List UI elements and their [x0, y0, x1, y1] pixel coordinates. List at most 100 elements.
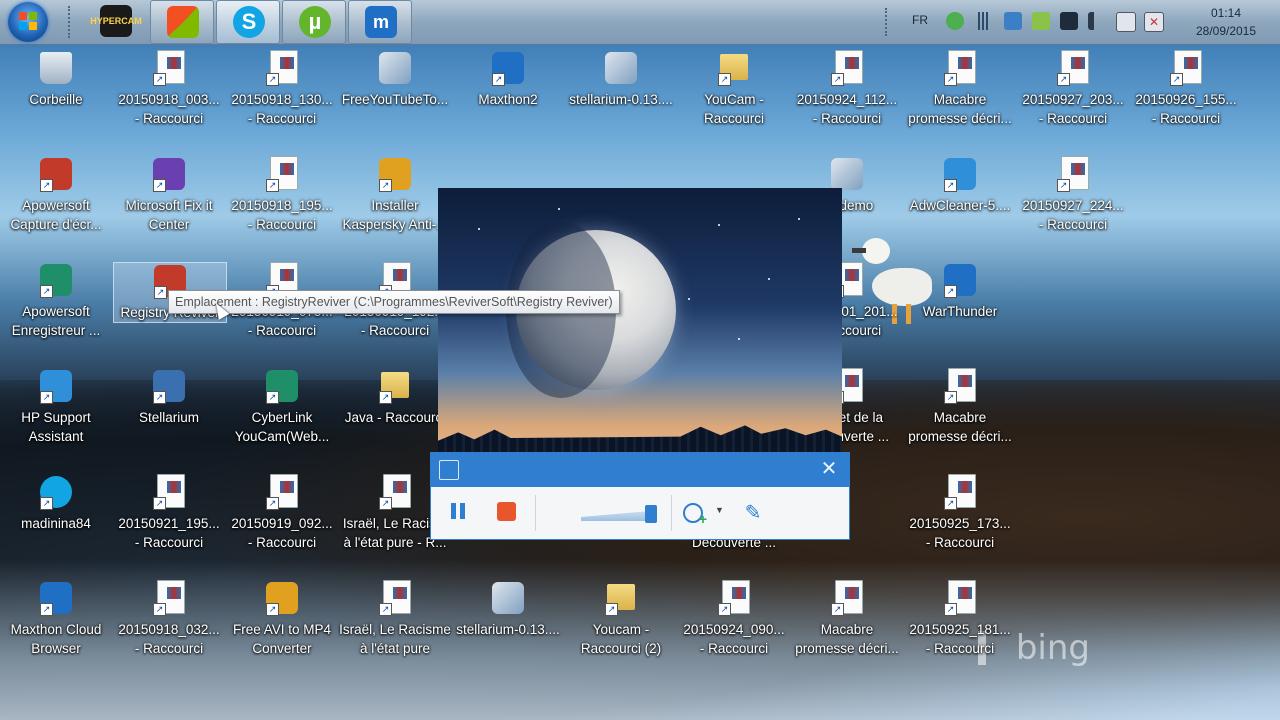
icon-tooltip: Emplacement : RegistryReviver (C:\Progra… — [168, 290, 620, 314]
pause-button[interactable] — [447, 501, 469, 523]
start-button[interactable] — [8, 2, 48, 42]
desktop-icon-label: à l'état pure — [359, 641, 431, 656]
app-file-icon: ↗ — [38, 262, 74, 298]
desktop-icon-label: - Raccourci — [925, 641, 995, 656]
taskbar-explorer[interactable] — [150, 0, 214, 44]
installer-file-icon — [829, 156, 865, 192]
desktop-icon-label: Center — [148, 217, 190, 232]
desktop-icon-apowersoft-capture[interactable]: ↗ Apowersoft Capture d'écr... — [0, 156, 112, 234]
desktop-icon-video-2[interactable]: ↗ 20150918_130... - Raccourci — [226, 50, 338, 128]
video-file-icon: ↗ — [716, 580, 752, 616]
desktop-icon-freeyoutube[interactable]: FreeYouTubeTo... — [339, 50, 451, 109]
desktop-icon-adwcleaner[interactable]: ↗ AdwCleaner-5.... — [904, 156, 1016, 215]
action-center-icon[interactable] — [1116, 12, 1136, 32]
desktop-icon-label: Macabre — [820, 622, 874, 637]
desktop-icon-label: Free AVI to MP4 — [232, 622, 332, 637]
desktop-icon-java[interactable]: ↗ Java - Raccourci — [339, 368, 451, 427]
desktop-icon-label: - Raccourci — [699, 641, 769, 656]
desktop-icon-youcam-shortcut[interactable]: ↗ YouCam - Raccourci — [678, 50, 790, 128]
app-file-icon: ↗ — [38, 156, 74, 192]
desktop-icon-video-1[interactable]: ↗ 20150918_003... - Raccourci — [113, 50, 225, 128]
language-indicator[interactable]: FR — [912, 13, 928, 27]
desktop-icon-label: Israël, Le Racisme — [339, 622, 451, 637]
chevron-down-icon[interactable]: ▼ — [715, 505, 724, 515]
desktop-icon-label: stellarium-0.13.... — [569, 92, 673, 107]
installer-file-icon — [490, 580, 526, 616]
desktop-icon-hp-support[interactable]: ↗ HP Support Assistant — [0, 368, 112, 446]
desktop-icon-maxthon-cloud[interactable]: ↗ Maxthon Cloud Browser — [0, 580, 112, 658]
stop-button[interactable] — [497, 502, 516, 521]
taskbar-grip[interactable] — [68, 6, 74, 38]
desktop-icon-video-11[interactable]: ↗ 20150921_195... - Raccourci — [113, 474, 225, 552]
desktop-icon-warthunder[interactable]: ↗ WarThunder — [904, 262, 1016, 321]
desktop-icon-madinina84[interactable]: ↗ madinina84 — [0, 474, 112, 533]
desktop-icon-israel-2[interactable]: ↗ Israël, Le Racisme à l'état pure — [339, 580, 451, 658]
desktop-icon-video-15[interactable]: ↗ 20150924_090... - Raccourci — [678, 580, 790, 658]
desktop-icon-label: Stellarium — [138, 410, 200, 425]
signal-icon[interactable] — [976, 12, 994, 30]
desktop-icon-macabre-1[interactable]: ↗ Macabre promesse décri... — [904, 50, 1016, 128]
volume-slider[interactable] — [581, 497, 661, 527]
desktop-icon-maxthon2[interactable]: ↗ Maxthon2 — [452, 50, 564, 109]
utorrent-tray-icon[interactable] — [946, 12, 964, 30]
video-preview — [438, 188, 842, 452]
desktop-icon-label: CyberLink — [251, 410, 313, 425]
desktop-icon-label: Raccourci (2) — [580, 641, 662, 656]
taskbar-hypercam[interactable]: HYPERCAM — [84, 0, 148, 44]
desktop-icon-label: 20150927_203... — [1022, 92, 1124, 107]
installer-file-icon — [377, 50, 413, 86]
desktop-icon-stellarium-inst[interactable]: stellarium-0.13.... — [565, 50, 677, 109]
desktop-icon-stellarium[interactable]: ↗ Stellarium — [113, 368, 225, 427]
app-file-icon: ↗ — [942, 262, 978, 298]
maxthon-icon: m — [365, 6, 397, 38]
desktop-icon-video-16[interactable]: ↗ 20150925_181... - Raccourci — [904, 580, 1016, 658]
monitor-icon[interactable] — [1060, 12, 1078, 30]
desktop-icon-macabre-3[interactable]: ↗ Macabre promesse décri... — [791, 580, 903, 658]
recorder-titlebar[interactable]: ✕ — [431, 453, 849, 487]
desktop-icon-ms-fixit[interactable]: ↗ Microsoft Fix it Center — [113, 156, 225, 234]
maxthon-file-icon: ↗ — [38, 580, 74, 616]
volume-slider-knob[interactable] — [645, 505, 657, 523]
webcam-add-button[interactable] — [683, 503, 707, 527]
desktop-icon-video-13[interactable]: ↗ 20150925_173... - Raccourci — [904, 474, 1016, 552]
desktop-icon-video-6[interactable]: ↗ 20150918_195... - Raccourci — [226, 156, 338, 234]
desktop-icon-youcam-2[interactable]: ↗ Youcam - Raccourci (2) — [565, 580, 677, 658]
desktop-icon-label: 20150918_130... — [231, 92, 333, 107]
desktop-icon-label: Corbeille — [29, 92, 83, 107]
pen-button[interactable]: ✎ — [741, 501, 765, 525]
desktop-icon-video-5[interactable]: ↗ 20150926_155... - Raccourci — [1130, 50, 1242, 128]
volume-icon[interactable] — [1088, 12, 1112, 30]
recorder-tray-icon[interactable] — [1004, 12, 1022, 30]
desktop-icon-apowersoft-rec[interactable]: ↗ Apowersoft Enregistreur ... — [0, 262, 112, 340]
tray-grip[interactable] — [885, 8, 891, 36]
app-file-icon: ↗ — [38, 368, 74, 404]
taskbar-utorrent[interactable]: µ — [282, 0, 346, 44]
desktop-icon-corbeille[interactable]: Corbeille — [0, 50, 112, 109]
desktop-icon-video-12[interactable]: ↗ 20150919_092... - Raccourci — [226, 474, 338, 552]
maxthon-file-icon: ↗ — [490, 50, 526, 86]
taskbar-skype[interactable]: S — [216, 0, 280, 44]
video-file-icon: ↗ — [1055, 50, 1091, 86]
desktop-icon-video-4[interactable]: ↗ 20150927_203... - Raccourci — [1017, 50, 1129, 128]
clock[interactable]: 01:14 28/09/2015 — [1180, 4, 1272, 40]
desktop-icon-kaspersky[interactable]: ↗ Installer Kaspersky Anti-... — [339, 156, 451, 234]
app-tray-icon[interactable] — [1032, 12, 1050, 30]
network-disconnected-icon[interactable]: ✕ — [1144, 12, 1164, 32]
desktop-icon-label: Raccourci — [703, 111, 765, 126]
desktop-icon-label: Apowersoft — [22, 198, 90, 213]
desktop-icon-label: - Raccourci — [925, 535, 995, 550]
desktop-icon-free-avi[interactable]: ↗ Free AVI to MP4 Converter — [226, 580, 338, 658]
skype-icon: S — [233, 6, 265, 38]
desktop-icon-video-3[interactable]: ↗ 20150924_112... - Raccourci — [791, 50, 903, 128]
desktop-icon-macabre-2[interactable]: ↗ Macabre promesse décri... — [904, 368, 1016, 446]
desktop-icon-label: Maxthon Cloud — [10, 622, 102, 637]
recorder-close-button[interactable]: ✕ — [817, 457, 841, 481]
desktop-icon-video-7[interactable]: ↗ 20150927_224... - Raccourci — [1017, 156, 1129, 234]
desktop-icon-video-14[interactable]: ↗ 20150918_032... - Raccourci — [113, 580, 225, 658]
audio-file-icon: ↗ — [377, 580, 413, 616]
taskbar-maxthon[interactable]: m — [348, 0, 412, 44]
video-file-icon: ↗ — [829, 50, 865, 86]
desktop-icon-cyberlink[interactable]: ↗ CyberLink YouCam(Web... — [226, 368, 338, 446]
desktop-icon-stellarium-inst-2[interactable]: stellarium-0.13.... — [452, 580, 564, 639]
screen-recorder-toolbar: ✕ ▼ ✎ — [430, 452, 850, 540]
